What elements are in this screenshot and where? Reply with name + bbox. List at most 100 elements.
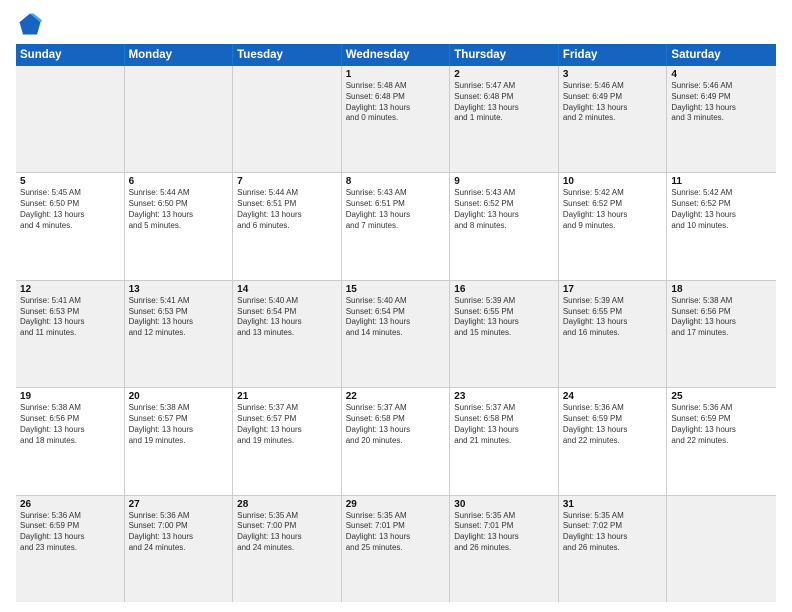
cal-cell: 28Sunrise: 5:35 AM Sunset: 7:00 PM Dayli… [233,496,342,602]
cell-info: Sunrise: 5:37 AM Sunset: 6:58 PM Dayligh… [346,403,446,446]
day-number: 20 [129,391,229,402]
cal-cell: 31Sunrise: 5:35 AM Sunset: 7:02 PM Dayli… [559,496,668,602]
cal-cell: 15Sunrise: 5:40 AM Sunset: 6:54 PM Dayli… [342,281,451,387]
cal-cell [667,496,776,602]
day-number: 9 [454,176,554,187]
cell-info: Sunrise: 5:42 AM Sunset: 6:52 PM Dayligh… [563,188,663,231]
header [16,10,776,38]
cal-cell: 5Sunrise: 5:45 AM Sunset: 6:50 PM Daylig… [16,173,125,279]
page: SundayMondayTuesdayWednesdayThursdayFrid… [0,0,792,612]
cell-info: Sunrise: 5:41 AM Sunset: 6:53 PM Dayligh… [129,296,229,339]
cal-row: 5Sunrise: 5:45 AM Sunset: 6:50 PM Daylig… [16,173,776,280]
cal-row: 12Sunrise: 5:41 AM Sunset: 6:53 PM Dayli… [16,281,776,388]
cell-info: Sunrise: 5:40 AM Sunset: 6:54 PM Dayligh… [237,296,337,339]
cal-cell: 30Sunrise: 5:35 AM Sunset: 7:01 PM Dayli… [450,496,559,602]
cell-info: Sunrise: 5:44 AM Sunset: 6:50 PM Dayligh… [129,188,229,231]
cal-cell: 21Sunrise: 5:37 AM Sunset: 6:57 PM Dayli… [233,388,342,494]
cell-info: Sunrise: 5:35 AM Sunset: 7:01 PM Dayligh… [454,511,554,554]
cal-cell: 24Sunrise: 5:36 AM Sunset: 6:59 PM Dayli… [559,388,668,494]
cal-cell [125,66,234,172]
cell-info: Sunrise: 5:42 AM Sunset: 6:52 PM Dayligh… [671,188,772,231]
logo [16,10,48,38]
cal-cell: 19Sunrise: 5:38 AM Sunset: 6:56 PM Dayli… [16,388,125,494]
cal-cell: 26Sunrise: 5:36 AM Sunset: 6:59 PM Dayli… [16,496,125,602]
day-number: 28 [237,499,337,510]
cal-cell [16,66,125,172]
cal-cell: 3Sunrise: 5:46 AM Sunset: 6:49 PM Daylig… [559,66,668,172]
cal-header-cell: Thursday [450,44,559,66]
cell-info: Sunrise: 5:47 AM Sunset: 6:48 PM Dayligh… [454,81,554,124]
cal-cell [233,66,342,172]
cell-info: Sunrise: 5:44 AM Sunset: 6:51 PM Dayligh… [237,188,337,231]
cal-header-cell: Sunday [16,44,125,66]
cal-cell: 6Sunrise: 5:44 AM Sunset: 6:50 PM Daylig… [125,173,234,279]
day-number: 22 [346,391,446,402]
cal-cell: 4Sunrise: 5:46 AM Sunset: 6:49 PM Daylig… [667,66,776,172]
cal-cell: 27Sunrise: 5:36 AM Sunset: 7:00 PM Dayli… [125,496,234,602]
cal-header-cell: Friday [559,44,668,66]
cell-info: Sunrise: 5:36 AM Sunset: 6:59 PM Dayligh… [563,403,663,446]
cal-row: 1Sunrise: 5:48 AM Sunset: 6:48 PM Daylig… [16,66,776,173]
day-number: 29 [346,499,446,510]
cell-info: Sunrise: 5:36 AM Sunset: 6:59 PM Dayligh… [671,403,772,446]
cell-info: Sunrise: 5:35 AM Sunset: 7:02 PM Dayligh… [563,511,663,554]
cal-row: 26Sunrise: 5:36 AM Sunset: 6:59 PM Dayli… [16,496,776,602]
cal-cell: 7Sunrise: 5:44 AM Sunset: 6:51 PM Daylig… [233,173,342,279]
cell-info: Sunrise: 5:46 AM Sunset: 6:49 PM Dayligh… [563,81,663,124]
cell-info: Sunrise: 5:36 AM Sunset: 7:00 PM Dayligh… [129,511,229,554]
day-number: 7 [237,176,337,187]
day-number: 31 [563,499,663,510]
day-number: 23 [454,391,554,402]
cal-cell: 14Sunrise: 5:40 AM Sunset: 6:54 PM Dayli… [233,281,342,387]
day-number: 5 [20,176,120,187]
cal-header-cell: Wednesday [342,44,451,66]
cell-info: Sunrise: 5:45 AM Sunset: 6:50 PM Dayligh… [20,188,120,231]
day-number: 30 [454,499,554,510]
cell-info: Sunrise: 5:35 AM Sunset: 7:01 PM Dayligh… [346,511,446,554]
cal-cell: 2Sunrise: 5:47 AM Sunset: 6:48 PM Daylig… [450,66,559,172]
cal-cell: 22Sunrise: 5:37 AM Sunset: 6:58 PM Dayli… [342,388,451,494]
cal-cell: 25Sunrise: 5:36 AM Sunset: 6:59 PM Dayli… [667,388,776,494]
cell-info: Sunrise: 5:48 AM Sunset: 6:48 PM Dayligh… [346,81,446,124]
cell-info: Sunrise: 5:38 AM Sunset: 6:56 PM Dayligh… [20,403,120,446]
cal-cell: 17Sunrise: 5:39 AM Sunset: 6:55 PM Dayli… [559,281,668,387]
day-number: 6 [129,176,229,187]
day-number: 25 [671,391,772,402]
cal-cell: 20Sunrise: 5:38 AM Sunset: 6:57 PM Dayli… [125,388,234,494]
day-number: 10 [563,176,663,187]
cal-cell: 29Sunrise: 5:35 AM Sunset: 7:01 PM Dayli… [342,496,451,602]
cell-info: Sunrise: 5:43 AM Sunset: 6:52 PM Dayligh… [454,188,554,231]
cell-info: Sunrise: 5:39 AM Sunset: 6:55 PM Dayligh… [563,296,663,339]
day-number: 19 [20,391,120,402]
day-number: 13 [129,284,229,295]
day-number: 21 [237,391,337,402]
cell-info: Sunrise: 5:37 AM Sunset: 6:57 PM Dayligh… [237,403,337,446]
cell-info: Sunrise: 5:39 AM Sunset: 6:55 PM Dayligh… [454,296,554,339]
day-number: 11 [671,176,772,187]
day-number: 18 [671,284,772,295]
day-number: 16 [454,284,554,295]
cal-cell: 8Sunrise: 5:43 AM Sunset: 6:51 PM Daylig… [342,173,451,279]
cal-cell: 9Sunrise: 5:43 AM Sunset: 6:52 PM Daylig… [450,173,559,279]
cal-header-cell: Tuesday [233,44,342,66]
day-number: 8 [346,176,446,187]
cell-info: Sunrise: 5:43 AM Sunset: 6:51 PM Dayligh… [346,188,446,231]
cal-cell: 1Sunrise: 5:48 AM Sunset: 6:48 PM Daylig… [342,66,451,172]
day-number: 4 [671,69,772,80]
day-number: 26 [20,499,120,510]
cell-info: Sunrise: 5:41 AM Sunset: 6:53 PM Dayligh… [20,296,120,339]
day-number: 17 [563,284,663,295]
day-number: 3 [563,69,663,80]
day-number: 27 [129,499,229,510]
cal-cell: 23Sunrise: 5:37 AM Sunset: 6:58 PM Dayli… [450,388,559,494]
calendar-body: 1Sunrise: 5:48 AM Sunset: 6:48 PM Daylig… [16,66,776,602]
cell-info: Sunrise: 5:40 AM Sunset: 6:54 PM Dayligh… [346,296,446,339]
cell-info: Sunrise: 5:46 AM Sunset: 6:49 PM Dayligh… [671,81,772,124]
cal-row: 19Sunrise: 5:38 AM Sunset: 6:56 PM Dayli… [16,388,776,495]
logo-icon [16,10,44,38]
cal-cell: 13Sunrise: 5:41 AM Sunset: 6:53 PM Dayli… [125,281,234,387]
day-number: 2 [454,69,554,80]
cell-info: Sunrise: 5:38 AM Sunset: 6:57 PM Dayligh… [129,403,229,446]
cal-cell: 16Sunrise: 5:39 AM Sunset: 6:55 PM Dayli… [450,281,559,387]
cell-info: Sunrise: 5:35 AM Sunset: 7:00 PM Dayligh… [237,511,337,554]
